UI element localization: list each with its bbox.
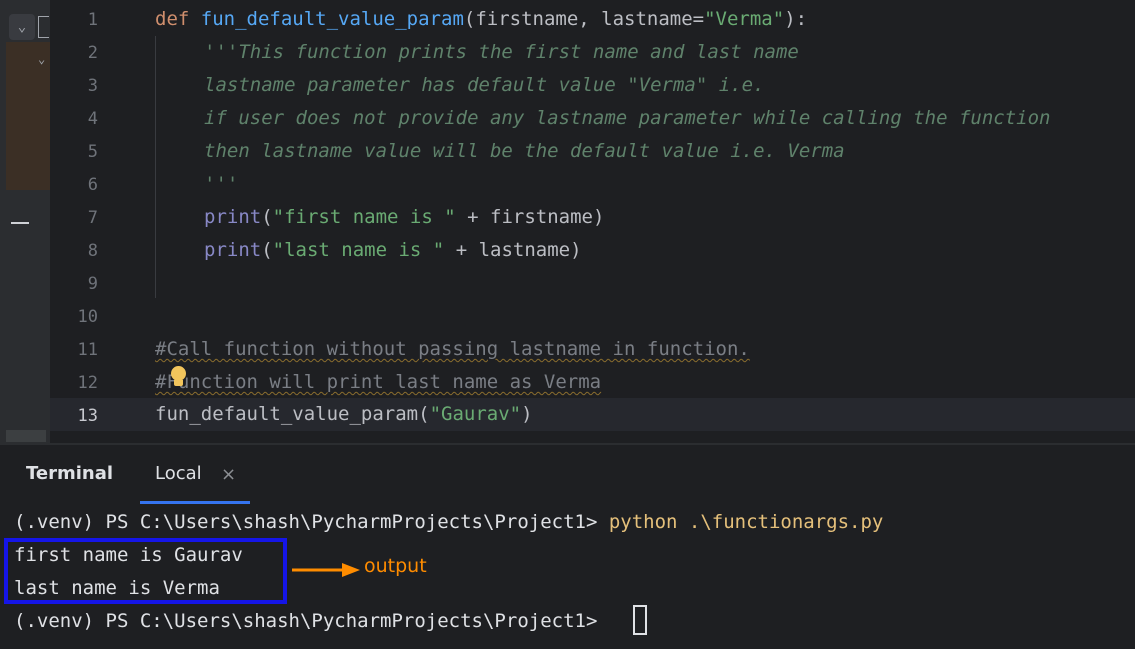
active-tab-indicator bbox=[140, 501, 250, 504]
paren-close: ) bbox=[521, 403, 533, 425]
expr-rest: + lastname) bbox=[444, 239, 582, 261]
line-number: 9 bbox=[87, 274, 98, 294]
print-call: print bbox=[204, 239, 262, 261]
code-line-2[interactable]: '''This function prints the first name a… bbox=[204, 36, 799, 69]
params: (firstname, lastname= bbox=[463, 8, 705, 30]
line-number: 10 bbox=[77, 307, 98, 327]
code-line-12[interactable]: #Function will print last name as Verma bbox=[155, 366, 601, 399]
code-area[interactable]: def fun_default_value_param(firstname, l… bbox=[155, 0, 1135, 443]
terminal-panel[interactable]: Terminal Local × (.venv) PS C:\Users\sha… bbox=[0, 445, 1135, 649]
line-number: 4 bbox=[87, 109, 98, 129]
code-editor[interactable]: ⌄ ⌄ 1 2 3 4 5 6 7 8 9 10 11 12 13 def fun_default_va… bbox=[0, 0, 1135, 443]
close-icon[interactable]: × bbox=[221, 464, 236, 485]
line-number: 12 bbox=[77, 373, 98, 393]
terminal-title[interactable]: Terminal bbox=[26, 463, 113, 484]
lightbulb-icon[interactable] bbox=[171, 366, 186, 381]
code-line-11[interactable]: #Call function without passing lastname … bbox=[155, 333, 750, 366]
code-line-13[interactable]: fun_default_value_param("Gaurav") bbox=[155, 398, 533, 431]
line-number: 13 bbox=[77, 406, 98, 426]
terminal-prompt-line[interactable]: (.venv) PS C:\Users\shash\PycharmProject… bbox=[14, 610, 609, 632]
expr-rest: + firstname) bbox=[455, 206, 605, 228]
chevron-down-icon[interactable]: ⌄ bbox=[38, 52, 45, 66]
left-tool-strip: ⌄ ⌄ bbox=[0, 0, 50, 443]
code-line-3[interactable]: lastname parameter has default value "Ve… bbox=[204, 69, 765, 102]
function-call: fun_default_value_param bbox=[155, 403, 419, 425]
terminal-tab-bar: Terminal Local × bbox=[0, 445, 1135, 505]
output-highlight-box bbox=[4, 538, 287, 604]
code-line-7[interactable]: print("first name is " + firstname) bbox=[204, 201, 604, 234]
paren-open: ( bbox=[418, 403, 430, 425]
terminal-command-line[interactable]: (.venv) PS C:\Users\shash\PycharmProject… bbox=[14, 511, 883, 533]
terminal-prompt: (.venv) PS C:\Users\shash\PycharmProject… bbox=[14, 511, 609, 533]
line-number: 5 bbox=[87, 142, 98, 162]
minimize-icon[interactable] bbox=[11, 222, 29, 224]
default-string: "Verma" bbox=[704, 8, 785, 30]
code-line-5[interactable]: then lastname value will be the default … bbox=[204, 135, 845, 168]
code-line-8[interactable]: print("last name is " + lastname) bbox=[204, 234, 582, 267]
strip-scrollbar[interactable] bbox=[6, 430, 46, 442]
line-number: 8 bbox=[87, 241, 98, 261]
line-number: 3 bbox=[87, 76, 98, 96]
code-line-1[interactable]: def fun_default_value_param(firstname, l… bbox=[155, 3, 807, 36]
line-number: 7 bbox=[87, 208, 98, 228]
arrow-icon bbox=[292, 563, 360, 577]
terminal-command: python .\functionargs.py bbox=[608, 511, 884, 533]
collapse-chevron-icon[interactable]: ⌄ bbox=[9, 14, 35, 40]
terminal-cursor bbox=[633, 605, 647, 635]
line-number: 6 bbox=[87, 175, 98, 195]
keyword-def: def bbox=[155, 8, 190, 30]
paren-open: ( bbox=[261, 206, 273, 228]
lightbulb-base bbox=[174, 380, 183, 386]
string-argument: "Gaurav" bbox=[429, 403, 522, 425]
line-number: 11 bbox=[77, 340, 98, 360]
line-number-gutter: 1 2 3 4 5 6 7 8 9 10 11 12 13 bbox=[50, 0, 130, 443]
print-call: print bbox=[204, 206, 262, 228]
function-name: fun_default_value_param bbox=[200, 8, 464, 30]
string-literal: "last name is " bbox=[272, 239, 445, 261]
line-number: 2 bbox=[87, 43, 98, 63]
line-number: 1 bbox=[87, 10, 98, 30]
params-close: ): bbox=[784, 8, 808, 30]
output-annotation: output bbox=[364, 555, 427, 577]
code-line-6[interactable]: ''' bbox=[204, 168, 238, 201]
tab-local[interactable]: Local bbox=[155, 463, 202, 484]
paren-open: ( bbox=[261, 239, 273, 261]
code-line-4[interactable]: if user does not provide any lastname pa… bbox=[204, 102, 1050, 135]
string-literal: "first name is " bbox=[272, 206, 456, 228]
